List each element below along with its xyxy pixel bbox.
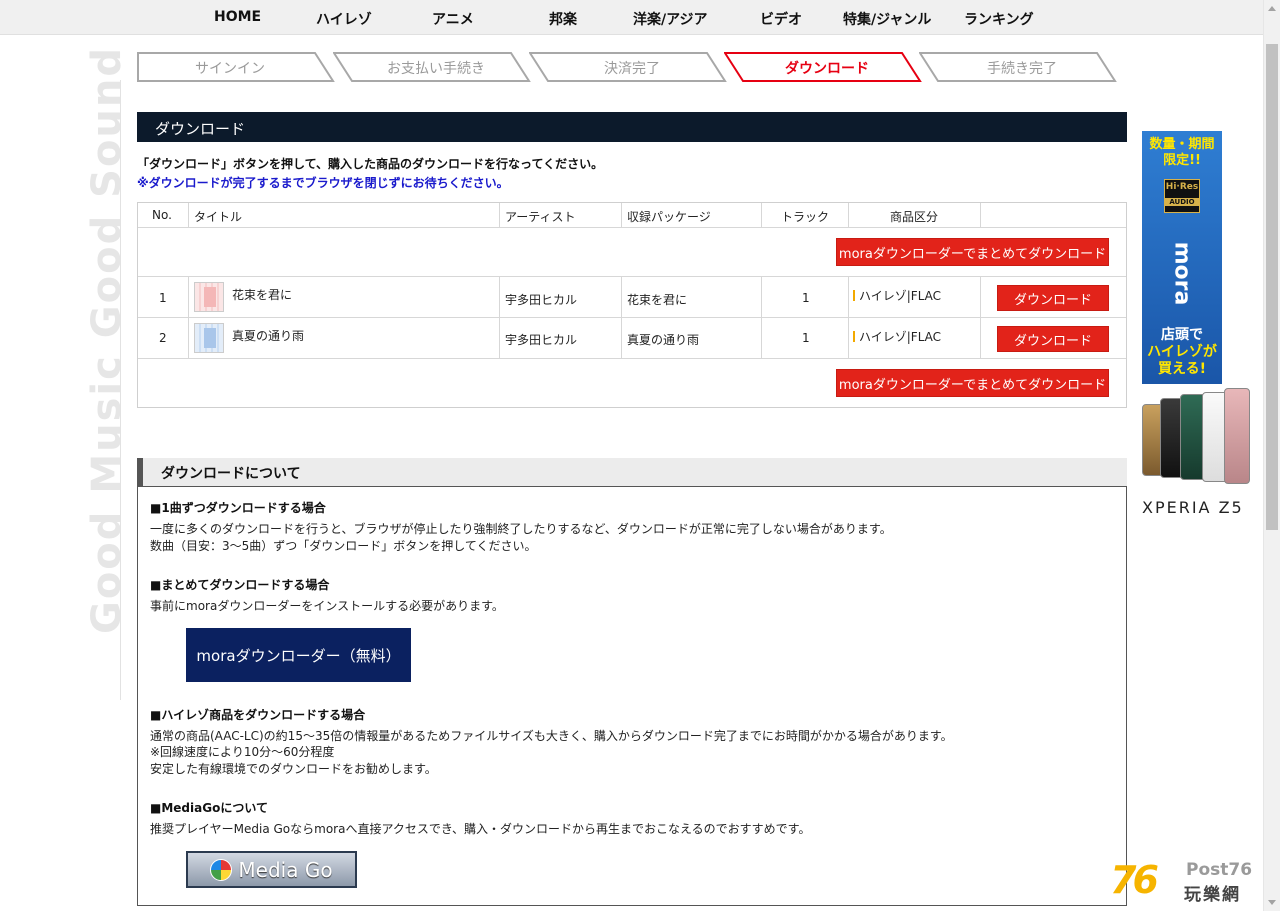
header-package: 収録パッケージ (627, 210, 711, 224)
download-table: No. タイトル アーティスト 収録パッケージ トラック 商品区分 moraダウ… (137, 202, 1127, 408)
row2-title[interactable]: 真夏の通り雨 (232, 327, 304, 344)
header-track: トラック (781, 210, 830, 224)
checkout-steps: サインイン お支払い手続き 決済完了 ダウンロード 手続き完了 (137, 52, 1127, 82)
scroll-up-icon[interactable] (1268, 6, 1276, 11)
row1-no: 1 (159, 291, 167, 305)
section-mediago-heading: ■MediaGoについて (150, 801, 268, 815)
section-single-text-1: 一度に多くのダウンロードを行うと、ブラウザが停止したり強制終了したりするなど、ダ… (150, 522, 892, 536)
nav-ranking[interactable]: ランキング (964, 9, 1034, 29)
xperia-phones-image[interactable] (1142, 388, 1252, 490)
row2-artist[interactable]: 宇多田ヒカル (505, 331, 577, 348)
nav-jpop[interactable]: 邦楽 (549, 9, 577, 29)
step-complete: 手続き完了 (919, 52, 1117, 82)
row1-format: ハイレゾ|FLAC (853, 287, 941, 304)
bulk-download-button-bottom[interactable]: moraダウンローダーでまとめてダウンロード (836, 369, 1109, 397)
mediago-button[interactable]: Media Go (186, 851, 357, 888)
scrollbar-thumb[interactable] (1266, 44, 1278, 530)
row2-jacket-image (194, 323, 224, 353)
row1-track: 1 (802, 291, 810, 305)
row2-no: 2 (159, 331, 167, 345)
section-hires-text-2: ※回線速度により10分～60分程度 (150, 745, 335, 759)
nav-western-asia[interactable]: 洋楽/アジア (633, 9, 708, 29)
nav-home[interactable]: HOME (214, 9, 261, 25)
row1-jacket-image (194, 282, 224, 312)
row1-download-button[interactable]: ダウンロード (997, 285, 1109, 311)
xperia-label[interactable]: XPERIA Z5 (1142, 498, 1244, 517)
row1-artist[interactable]: 宇多田ヒカル (505, 291, 577, 308)
page-scrollbar[interactable] (1263, 0, 1280, 911)
section-hires-text-1: 通常の商品(AAC-LC)の約15～35倍の情報量があるためファイルサイズも大き… (150, 729, 953, 743)
nav-hires[interactable]: ハイレゾ (316, 9, 372, 29)
hires-audio-badge-icon: Hi·Res AUDIO (1164, 179, 1200, 213)
nav-feature-genre[interactable]: 特集/ジャンル (843, 9, 931, 29)
mediago-logo-icon (210, 858, 233, 881)
header-no: No. (152, 208, 172, 222)
header-artist: アーティスト (505, 210, 576, 224)
about-download-box: ■1曲ずつダウンロードする場合 一度に多くのダウンロードを行うと、ブラウザが停止… (137, 486, 1127, 906)
vertical-divider (120, 80, 121, 700)
row2-package[interactable]: 真夏の通り雨 (627, 331, 699, 348)
download-section-title: ダウンロード (155, 120, 246, 138)
section-bulk-text: 事前にmoraダウンローダーをインストールする必要があります。 (150, 599, 504, 613)
section-hires-heading: ■ハイレゾ商品をダウンロードする場合 (150, 708, 366, 722)
section-single-heading: ■1曲ずつダウンロードする場合 (150, 501, 326, 515)
download-instruction: 「ダウンロード」ボタンを押して、購入した商品のダウンロードを行なってください。 (137, 157, 604, 171)
step-payment: お支払い手続き (333, 52, 531, 82)
header-category: 商品区分 (890, 210, 939, 224)
scroll-down-icon[interactable] (1268, 900, 1276, 905)
top-navigation: HOME ハイレゾ アニメ 邦楽 洋楽/アジア ビデオ 特集/ジャンル ランキン… (0, 0, 1264, 35)
section-single-text-2: 数曲（目安：3～5曲）ずつ「ダウンロード」ボタンを押してください。 (150, 539, 537, 553)
mora-downloader-button[interactable]: moraダウンローダー（無料） (186, 628, 411, 682)
nav-anime[interactable]: アニメ (432, 9, 474, 29)
bulk-download-button-top[interactable]: moraダウンローダーでまとめてダウンロード (836, 238, 1109, 266)
nav-video[interactable]: ビデオ (760, 9, 802, 29)
step-payment-complete: 決済完了 (529, 52, 727, 82)
brand-vertical-text: Good Music Good Sound (84, 45, 131, 635)
header-title: タイトル (194, 210, 243, 224)
row2-format: ハイレゾ|FLAC (853, 328, 941, 345)
about-download-header: ダウンロードについて (137, 458, 1127, 486)
download-warning: ※ダウンロードが完了するまでブラウザを閉じずにお待ちください。 (137, 176, 509, 190)
section-mediago-text: 推奨プレイヤーMedia Goならmoraへ直接アクセスでき、購入・ダウンロード… (150, 822, 811, 836)
row1-title[interactable]: 花束を君に (232, 286, 292, 303)
section-bulk-heading: ■まとめてダウンロードする場合 (150, 578, 330, 592)
section-hires-text-3: 安定した有線環境でのダウンロードをお勧めします。 (150, 762, 437, 776)
format-marker-icon (853, 290, 855, 301)
site-watermark-logo: 76 Post76 玩樂網 (1110, 858, 1253, 905)
row2-track: 1 (802, 331, 810, 345)
step-signin: サインイン (137, 52, 335, 82)
step-download: ダウンロード (724, 52, 922, 82)
row1-package[interactable]: 花束を君に (627, 291, 687, 308)
format-marker-icon (853, 331, 855, 342)
row2-download-button[interactable]: ダウンロード (997, 326, 1109, 352)
download-section-header: ダウンロード (137, 112, 1127, 142)
hires-card-banner[interactable]: 数量・期間 限定!! Hi·Res AUDIO mora 店頭で ハイレゾが 買える! (1142, 131, 1222, 384)
about-download-title: ダウンロードについて (161, 466, 301, 482)
